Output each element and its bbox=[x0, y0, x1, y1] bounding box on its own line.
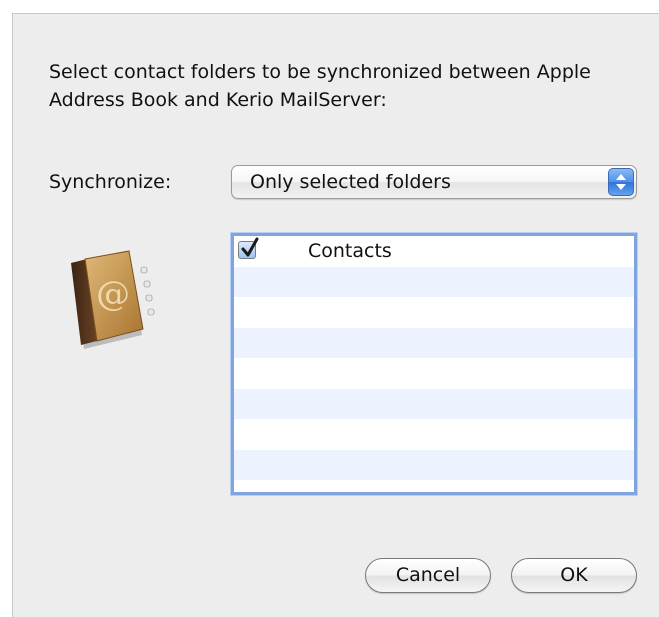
list-item bbox=[234, 327, 634, 358]
folder-list[interactable]: Contacts bbox=[231, 233, 637, 495]
list-item[interactable]: Contacts bbox=[234, 236, 634, 267]
list-item bbox=[234, 449, 634, 480]
svg-text:@: @ bbox=[96, 274, 130, 314]
cancel-button[interactable]: Cancel bbox=[365, 558, 491, 593]
sync-dialog: Select contact folders to be synchronize… bbox=[12, 13, 659, 617]
synchronize-popup-value: Only selected folders bbox=[250, 171, 451, 193]
synchronize-label: Synchronize: bbox=[49, 171, 172, 193]
folder-label-contacts: Contacts bbox=[308, 240, 392, 262]
checkmark-icon bbox=[241, 237, 259, 257]
synchronize-popup[interactable]: Only selected folders bbox=[231, 165, 637, 199]
list-item bbox=[234, 266, 634, 297]
list-item bbox=[234, 419, 634, 450]
list-item bbox=[234, 297, 634, 328]
list-item bbox=[234, 388, 634, 419]
contacts-checkbox[interactable] bbox=[238, 237, 259, 259]
list-item bbox=[234, 480, 634, 492]
address-book-icon: @ bbox=[57, 245, 165, 351]
ok-button[interactable]: OK bbox=[511, 558, 637, 593]
dialog-prompt: Select contact folders to be synchronize… bbox=[49, 61, 591, 111]
list-item bbox=[234, 358, 634, 389]
up-down-arrows-icon bbox=[608, 168, 634, 196]
